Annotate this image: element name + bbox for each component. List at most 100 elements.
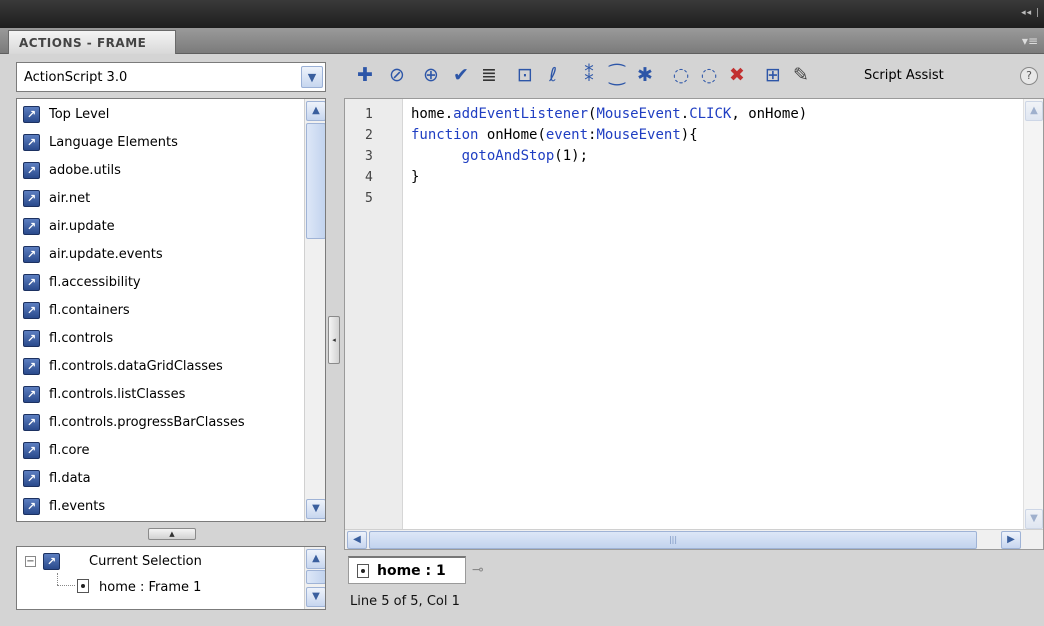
script-assist-button[interactable]: Script Assist (864, 68, 944, 83)
language-select[interactable]: ActionScript 3.0 ▼ (16, 62, 326, 92)
tree-item-label: fl.data (49, 471, 91, 486)
tree-item[interactable]: ↗ fl.data (17, 465, 303, 493)
tree-item-label: air.update (49, 219, 115, 234)
code-token-keyword: function (411, 127, 479, 143)
line-number: 1 (365, 107, 373, 122)
tree-item[interactable]: ↗ fl.controls (17, 325, 303, 353)
toolbox-vertical-scrollbar[interactable]: ▲ ▼ (304, 99, 325, 521)
tree-item[interactable]: ↗ fl.controls.dataGridClasses (17, 353, 303, 381)
collapse-selection-icon[interactable]: ⁐ (604, 62, 630, 88)
navigator-vertical-scrollbar[interactable]: ▲ ▼ (304, 547, 325, 609)
editor-vertical-scrollbar[interactable]: ▲ ▼ (1023, 99, 1043, 531)
code-token: home. (411, 106, 454, 122)
tree-line (57, 573, 58, 585)
panel-tab-bar: ACTIONS - FRAME ▾≡ (0, 28, 1044, 54)
scroll-thumb[interactable]: ||| (369, 531, 977, 549)
code-token-keyword: MouseEvent (596, 127, 681, 143)
window-controls[interactable]: ◂◂ | (1021, 8, 1040, 18)
tree-item-label: fl.events (49, 499, 106, 514)
find-icon[interactable]: ⊘ (384, 62, 410, 88)
tree-item[interactable]: ↗ fl.core (17, 437, 303, 465)
status-line: Line 5 of 5, Col 1 (350, 594, 460, 609)
line-number: 5 (365, 191, 373, 206)
code-editor[interactable]: 12345 home.addEventListener(MouseEvent.C… (344, 98, 1044, 550)
check-syntax-icon[interactable]: ✔ (448, 62, 474, 88)
line-number: 3 (365, 149, 373, 164)
show-code-hint-icon[interactable]: ⊡ (512, 62, 538, 88)
code-line[interactable]: home.addEventListener(MouseEvent.CLICK, … (411, 106, 807, 122)
scroll-down-icon[interactable]: ▼ (306, 587, 325, 607)
tree-item[interactable]: ↗ adobe.utils (17, 157, 303, 185)
scroll-down-icon[interactable]: ▼ (306, 499, 325, 519)
line-number: 4 (365, 170, 373, 185)
apply-block-comment-icon[interactable]: ◌ (668, 62, 694, 88)
book-icon: ↗ (23, 162, 40, 179)
code-line[interactable]: } (411, 169, 419, 185)
editor-horizontal-scrollbar[interactable]: ◀ ||| ▶ (345, 529, 1043, 549)
help-icon[interactable]: ? (1020, 67, 1038, 85)
code-token-keyword: CLICK (689, 106, 732, 122)
apply-line-comment-icon[interactable]: ◌ (696, 62, 722, 88)
tree-item[interactable]: ↗ fl.containers (17, 297, 303, 325)
scroll-up-icon[interactable]: ▲ (1025, 101, 1043, 121)
actions-toolbox-tree: ↗ Top Level ↗ Language Elements ↗ adobe.utils… (16, 98, 326, 522)
pin-script-icon[interactable]: ⊸ (472, 562, 484, 578)
tree-item-label: Language Elements (49, 135, 178, 150)
book-icon: ↗ (23, 246, 40, 263)
tree-item[interactable]: ↗ Top Level (17, 101, 303, 129)
tree-item[interactable]: ↗ fl.accessibility (17, 269, 303, 297)
collapse-between-braces-icon[interactable]: ⁑ (576, 62, 602, 88)
toolbox-resize-handle[interactable]: ▲ (148, 528, 196, 540)
code-token-keyword: gotoAndStop (461, 148, 555, 164)
book-icon: ↗ (23, 498, 40, 515)
code-line[interactable]: function onHome(event:MouseEvent){ (411, 127, 698, 143)
tree-item[interactable]: ↗ Language Elements (17, 129, 303, 157)
scroll-right-icon[interactable]: ▶ (1001, 531, 1021, 549)
tree-item[interactable]: ↗ fl.controls.progressBarClasses (17, 409, 303, 437)
tree-item-label: fl.containers (49, 303, 130, 318)
add-statement-icon[interactable]: ✚ (352, 62, 378, 88)
code-token-keyword: addEventListener (453, 106, 589, 122)
scroll-left-icon[interactable]: ◀ (347, 531, 367, 549)
tree-item-label: fl.core (49, 443, 90, 458)
tree-item[interactable]: ↗ air.update (17, 213, 303, 241)
scroll-thumb[interactable] (306, 570, 325, 584)
code-snippets-icon[interactable]: ✎ (788, 62, 814, 88)
scroll-up-icon[interactable]: ▲ (306, 549, 325, 569)
tree-item[interactable]: ↗ air.update.events (17, 241, 303, 269)
selection-item-home-frame[interactable]: home : Frame 1 (99, 580, 201, 595)
script-tab-label: home : 1 (377, 563, 446, 579)
code-line[interactable]: gotoAndStop(1); (411, 148, 588, 164)
code-token-keyword: event (545, 127, 589, 143)
script-tab-home-1[interactable]: home : 1 (348, 556, 466, 584)
book-icon: ↗ (23, 442, 40, 459)
collapse-icon[interactable]: − (25, 556, 36, 567)
panel-menu-icon[interactable]: ▾≡ (1022, 34, 1038, 48)
tab-actions-frame[interactable]: ACTIONS - FRAME (8, 30, 176, 54)
tree-item[interactable]: ↗ fl.events (17, 493, 303, 521)
language-select-value: ActionScript 3.0 (24, 70, 128, 85)
tree-item-label: fl.controls.dataGridClasses (49, 359, 223, 374)
show-hide-toolbox-icon[interactable]: ⊞ (760, 62, 786, 88)
scroll-up-icon[interactable]: ▲ (306, 101, 325, 121)
auto-format-icon[interactable]: ≣ (476, 62, 502, 88)
current-selection-label[interactable]: Current Selection (89, 554, 202, 569)
chevron-down-icon[interactable]: ▼ (301, 66, 323, 88)
scroll-down-icon[interactable]: ▼ (1025, 509, 1043, 529)
debug-options-icon[interactable]: ℓ (540, 62, 566, 88)
code-token: ){ (680, 127, 698, 143)
book-icon: ↗ (23, 302, 40, 319)
book-icon: ↗ (23, 330, 40, 347)
book-icon: ↗ (23, 134, 40, 151)
pane-collapse-handle[interactable]: ◂ (328, 316, 340, 364)
tree-item-label: fl.controls.progressBarClasses (49, 415, 245, 430)
expand-all-icon[interactable]: ✱ (632, 62, 658, 88)
scroll-thumb[interactable] (306, 123, 325, 239)
tree-item[interactable]: ↗ fl.controls.listClasses (17, 381, 303, 409)
tree-item-label: air.update.events (49, 247, 163, 262)
code-token: . (680, 106, 690, 122)
remove-comment-icon[interactable]: ✖ (724, 62, 750, 88)
tree-item[interactable]: ↗ air.net (17, 185, 303, 213)
insert-target-path-icon[interactable]: ⊕ (418, 62, 444, 88)
